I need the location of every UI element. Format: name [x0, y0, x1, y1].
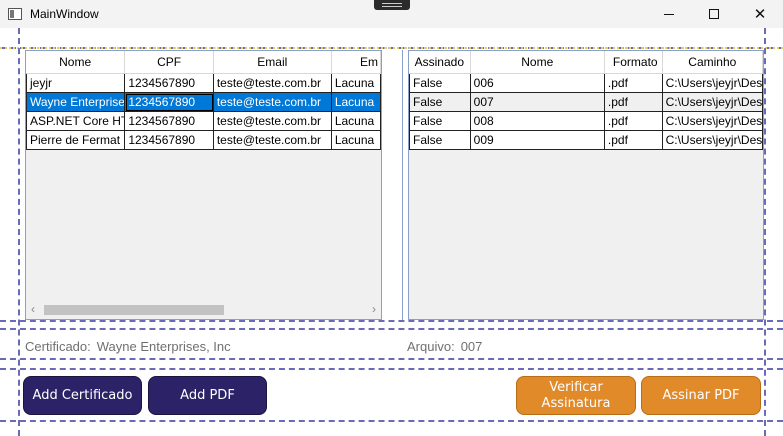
- verify-signature-button[interactable]: Verificar Assinatura: [516, 376, 636, 415]
- table-cell[interactable]: .pdf: [604, 74, 663, 93]
- horizontal-scrollbar[interactable]: ‹ ›: [26, 301, 381, 319]
- table-cell[interactable]: 1234567890: [125, 74, 214, 93]
- table-cell[interactable]: teste@teste.com.br: [213, 131, 332, 150]
- column-header[interactable]: Nome: [471, 51, 605, 73]
- layout-guide: [18, 28, 20, 436]
- table-row[interactable]: ASP.NET Core HT 1234567890 teste@teste.c…: [26, 112, 381, 131]
- close-button[interactable]: ✕: [738, 0, 782, 28]
- table-row[interactable]: False 009 .pdf C:\Users\jeyjr\Des: [409, 131, 763, 150]
- table-cell[interactable]: C:\Users\jeyjr\Des: [662, 112, 763, 131]
- certificate-value: Wayne Enterprises, Inc: [96, 339, 231, 354]
- table-cell[interactable]: jeyjr: [26, 74, 126, 93]
- table-cell[interactable]: .pdf: [604, 131, 663, 150]
- table-cell[interactable]: 1234567890: [125, 131, 214, 150]
- table-cell[interactable]: 007: [470, 93, 605, 112]
- table-cell[interactable]: False: [409, 74, 471, 93]
- verify-signature-label-line1: Verificar: [549, 379, 603, 395]
- grid-splitter[interactable]: [402, 50, 403, 320]
- certificate-info: Certificado: Wayne Enterprises, Inc: [25, 339, 231, 354]
- table-cell[interactable]: Lacuna: [331, 112, 381, 131]
- snap-grip-handle[interactable]: [374, 0, 410, 10]
- table-cell[interactable]: 006: [470, 74, 605, 93]
- maximize-button[interactable]: [692, 0, 736, 28]
- app-icon: [8, 8, 22, 20]
- scroll-right-icon[interactable]: ›: [372, 302, 376, 316]
- layout-guide: [0, 368, 783, 370]
- table-row[interactable]: False 008 .pdf C:\Users\jeyjr\Des: [409, 112, 763, 131]
- scroll-left-icon[interactable]: ‹: [31, 302, 35, 316]
- table-cell[interactable]: teste@teste.com.br: [213, 93, 332, 112]
- layout-guide: [0, 420, 783, 422]
- column-header[interactable]: Nome: [26, 51, 126, 73]
- table-cell-current[interactable]: 1234567890: [125, 93, 214, 112]
- layout-guide: [0, 47, 783, 49]
- table-row-selected[interactable]: Wayne Enterprises 1234567890 teste@teste…: [26, 93, 381, 112]
- table-row[interactable]: False 006 .pdf C:\Users\jeyjr\Des: [409, 74, 763, 93]
- table-cell[interactable]: teste@teste.com.br: [213, 74, 332, 93]
- certificates-grid-header: Nome CPF Email Em: [26, 51, 381, 74]
- table-row[interactable]: jeyjr 1234567890 teste@teste.com.br Lacu…: [26, 74, 381, 93]
- table-cell[interactable]: .pdf: [604, 112, 663, 131]
- add-pdf-button[interactable]: Add PDF: [148, 376, 267, 415]
- column-header[interactable]: CPF: [125, 51, 214, 73]
- column-header[interactable]: Assinado: [409, 51, 471, 73]
- maximize-icon: [709, 9, 719, 19]
- sign-pdf-button[interactable]: Assinar PDF: [641, 376, 761, 415]
- file-value: 007: [460, 339, 483, 354]
- column-header[interactable]: Em: [332, 51, 381, 73]
- table-cell[interactable]: Pierre de Fermat: [26, 131, 126, 150]
- title-bar: MainWindow ✕: [0, 0, 783, 28]
- certificate-label: Certificado:: [25, 339, 91, 354]
- certificates-grid[interactable]: Nome CPF Email Em jeyjr 1234567890 teste…: [25, 50, 382, 320]
- table-cell[interactable]: C:\Users\jeyjr\Des: [662, 93, 763, 112]
- column-header[interactable]: Email: [214, 51, 332, 73]
- layout-guide: [0, 328, 783, 330]
- table-cell[interactable]: C:\Users\jeyjr\Des: [662, 131, 763, 150]
- files-grid-header: Assinado Nome Formato Caminho: [409, 51, 763, 74]
- table-cell[interactable]: .pdf: [604, 93, 663, 112]
- table-cell[interactable]: 009: [470, 131, 605, 150]
- add-certificate-button[interactable]: Add Certificado: [23, 376, 142, 415]
- table-row[interactable]: Pierre de Fermat 1234567890 teste@teste.…: [26, 131, 381, 150]
- file-label: Arquivo:: [407, 339, 455, 354]
- minimize-button[interactable]: [647, 0, 691, 28]
- verify-signature-label-line2: Assinatura: [541, 395, 611, 411]
- table-cell[interactable]: 1234567890: [125, 112, 214, 131]
- files-grid[interactable]: Assinado Nome Formato Caminho False 006 …: [408, 50, 764, 320]
- table-cell[interactable]: Lacuna: [331, 131, 381, 150]
- table-cell[interactable]: False: [409, 93, 471, 112]
- layout-guide: [0, 358, 783, 360]
- table-row[interactable]: False 007 .pdf C:\Users\jeyjr\Des: [409, 93, 763, 112]
- table-cell[interactable]: Wayne Enterprises: [26, 93, 126, 112]
- table-cell[interactable]: False: [409, 131, 471, 150]
- column-header[interactable]: Formato: [605, 51, 663, 73]
- minimize-icon: [664, 13, 674, 15]
- table-cell[interactable]: Lacuna: [331, 74, 381, 93]
- table-cell[interactable]: Lacuna: [331, 93, 381, 112]
- table-cell[interactable]: ASP.NET Core HT: [26, 112, 126, 131]
- close-icon: ✕: [753, 6, 767, 23]
- file-info: Arquivo: 007: [407, 339, 482, 354]
- layout-guide: [0, 320, 783, 322]
- column-header[interactable]: Caminho: [663, 51, 763, 73]
- table-cell[interactable]: C:\Users\jeyjr\Des: [662, 74, 763, 93]
- layout-guide: [764, 28, 766, 436]
- scrollbar-thumb[interactable]: [44, 305, 224, 315]
- window-title: MainWindow: [30, 7, 99, 21]
- table-cell[interactable]: teste@teste.com.br: [213, 112, 332, 131]
- table-cell[interactable]: False: [409, 112, 471, 131]
- table-cell[interactable]: 008: [470, 112, 605, 131]
